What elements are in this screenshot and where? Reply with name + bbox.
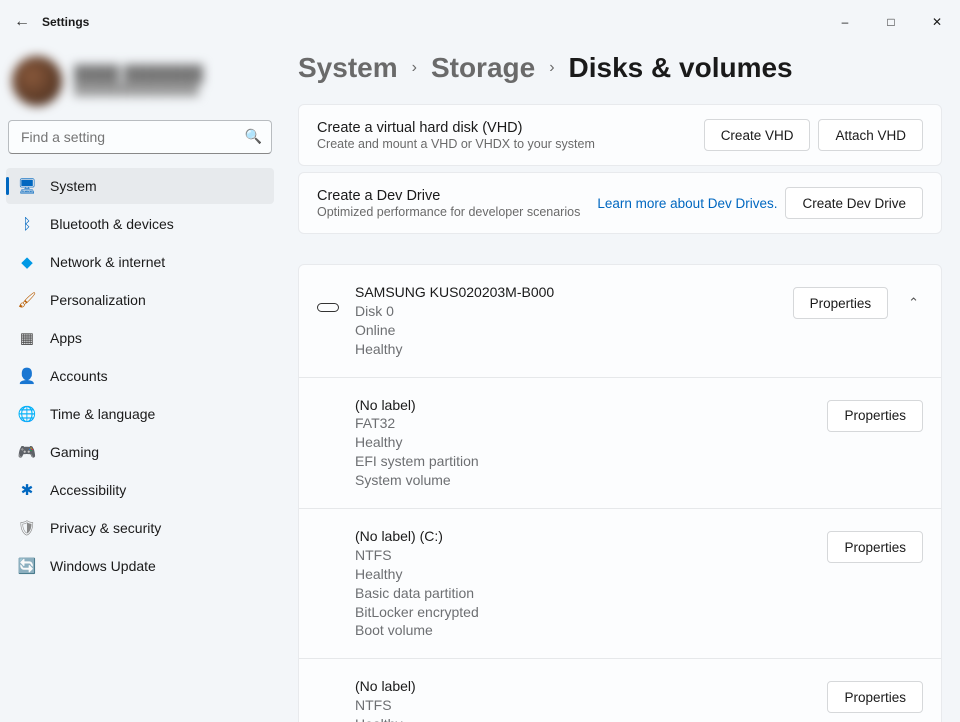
apps-icon: ▦: [18, 329, 36, 347]
main: System › Storage › Disks & volumes Creat…: [280, 44, 960, 722]
sidebar-item-personalization[interactable]: 🖌 Personalization: [6, 282, 274, 318]
sidebar-item-label: Windows Update: [50, 558, 156, 574]
app-title: Settings: [42, 15, 89, 29]
sidebar-item-bluetooth[interactable]: ᛒ Bluetooth & devices: [6, 206, 274, 242]
chevron-right-icon: ›: [412, 59, 417, 77]
sidebar-item-label: Gaming: [50, 444, 99, 460]
disk-icon: [317, 303, 351, 312]
row-title: (No label): [355, 677, 827, 696]
card-subtitle: Create and mount a VHD or VHDX to your s…: [317, 137, 595, 151]
row-line: Healthy: [355, 715, 827, 722]
action-card: Create a virtual hard disk (VHD) Create …: [298, 104, 942, 166]
row-line: FAT32: [355, 414, 827, 433]
gaming-icon: 🎮: [18, 443, 36, 461]
row-line: Boot volume: [355, 621, 827, 640]
breadcrumb-storage[interactable]: Storage: [431, 52, 535, 84]
volume-row[interactable]: (No label) (C:)NTFSHealthyBasic data par…: [299, 509, 941, 659]
button-attach vhd[interactable]: Attach VHD: [818, 119, 923, 151]
nav-list: 🖥 Systemᛒ Bluetooth & devices◆ Network &…: [6, 168, 274, 584]
button-create dev drive[interactable]: Create Dev Drive: [785, 187, 923, 219]
network-icon: ◆: [18, 253, 36, 271]
accounts-icon: 👤: [18, 367, 36, 385]
button-create vhd[interactable]: Create VHD: [704, 119, 811, 151]
sidebar-item-network[interactable]: ◆ Network & internet: [6, 244, 274, 280]
row-title: (No label): [355, 396, 827, 415]
profile-email: ████████████████: [74, 84, 203, 96]
sidebar-item-label: Bluetooth & devices: [50, 216, 174, 232]
row-line: Disk 0: [355, 302, 793, 321]
minimize-button[interactable]: –: [822, 0, 868, 44]
properties-button[interactable]: Properties: [793, 287, 889, 319]
maximize-button[interactable]: □: [868, 0, 914, 44]
row-title: (No label) (C:): [355, 527, 827, 546]
privacy-icon: 🛡: [18, 519, 36, 537]
back-button[interactable]: ←: [14, 13, 44, 31]
search-container: 🔍: [8, 120, 272, 154]
link-dev-drives[interactable]: Learn more about Dev Drives.: [597, 196, 777, 211]
sidebar-item-system[interactable]: 🖥 System: [6, 168, 274, 204]
properties-button[interactable]: Properties: [827, 531, 923, 563]
sidebar-item-label: Personalization: [50, 292, 146, 308]
row-title: SAMSUNG KUS020203M-B000: [355, 283, 793, 302]
sidebar-item-label: Accessibility: [50, 482, 126, 498]
window-controls: – □ ✕: [822, 0, 960, 44]
row-line: Basic data partition: [355, 584, 827, 603]
row-line: NTFS: [355, 696, 827, 715]
close-button[interactable]: ✕: [914, 0, 960, 44]
personalization-icon: 🖌: [18, 291, 36, 309]
sidebar-item-apps[interactable]: ▦ Apps: [6, 320, 274, 356]
chevron-right-icon: ›: [549, 59, 554, 77]
volume-row[interactable]: (No label)FAT32HealthyEFI system partiti…: [299, 378, 941, 509]
row-line: Online: [355, 321, 793, 340]
accessibility-icon: ✱: [18, 481, 36, 499]
card-subtitle: Optimized performance for developer scen…: [317, 205, 580, 219]
sidebar-item-label: Network & internet: [50, 254, 165, 270]
update-icon: 🔄: [18, 557, 36, 575]
sidebar-item-label: Apps: [50, 330, 82, 346]
sidebar-item-label: Privacy & security: [50, 520, 161, 536]
sidebar-item-accounts[interactable]: 👤 Accounts: [6, 358, 274, 394]
sidebar-item-accessibility[interactable]: ✱ Accessibility: [6, 472, 274, 508]
sidebar-item-update[interactable]: 🔄 Windows Update: [6, 548, 274, 584]
action-card: Create a Dev Drive Optimized performance…: [298, 172, 942, 234]
row-line: Healthy: [355, 565, 827, 584]
sidebar-item-label: System: [50, 178, 97, 194]
system-icon: 🖥: [18, 177, 36, 195]
card-title: Create a virtual hard disk (VHD): [317, 120, 595, 136]
row-line: Healthy: [355, 340, 793, 359]
sidebar-item-gaming[interactable]: 🎮 Gaming: [6, 434, 274, 470]
profile[interactable]: ████ ███████ ████████████████: [12, 56, 270, 106]
sidebar-item-label: Time & language: [50, 406, 155, 422]
bluetooth-icon: ᛒ: [18, 215, 36, 233]
sidebar-item-privacy[interactable]: 🛡 Privacy & security: [6, 510, 274, 546]
card-title: Create a Dev Drive: [317, 188, 580, 204]
search-icon: 🔍: [245, 128, 262, 145]
properties-button[interactable]: Properties: [827, 681, 923, 713]
sidebar-item-label: Accounts: [50, 368, 108, 384]
row-line: BitLocker encrypted: [355, 603, 827, 622]
time-icon: 🌐: [18, 405, 36, 423]
sidebar: ████ ███████ ████████████████ 🔍 🖥 System…: [0, 44, 280, 722]
disk-row[interactable]: SAMSUNG KUS020203M-B000Disk 0OnlineHealt…: [299, 265, 941, 378]
volume-row[interactable]: (No label)NTFSHealthyMicrosoft recovery …: [299, 659, 941, 722]
row-line: Healthy: [355, 433, 827, 452]
search-input[interactable]: [8, 120, 272, 154]
breadcrumb-system[interactable]: System: [298, 52, 398, 84]
properties-button[interactable]: Properties: [827, 400, 923, 432]
breadcrumb: System › Storage › Disks & volumes: [298, 52, 942, 84]
breadcrumb-current: Disks & volumes: [569, 52, 793, 84]
sidebar-item-time[interactable]: 🌐 Time & language: [6, 396, 274, 432]
disks-group: SAMSUNG KUS020203M-B000Disk 0OnlineHealt…: [298, 264, 942, 722]
chevron-up-icon[interactable]: ⌃: [904, 291, 923, 315]
row-line: System volume: [355, 471, 827, 490]
avatar: [12, 56, 62, 106]
profile-name: ████ ███████: [74, 66, 203, 84]
row-line: EFI system partition: [355, 452, 827, 471]
titlebar: ← Settings – □ ✕: [0, 0, 960, 44]
row-line: NTFS: [355, 546, 827, 565]
